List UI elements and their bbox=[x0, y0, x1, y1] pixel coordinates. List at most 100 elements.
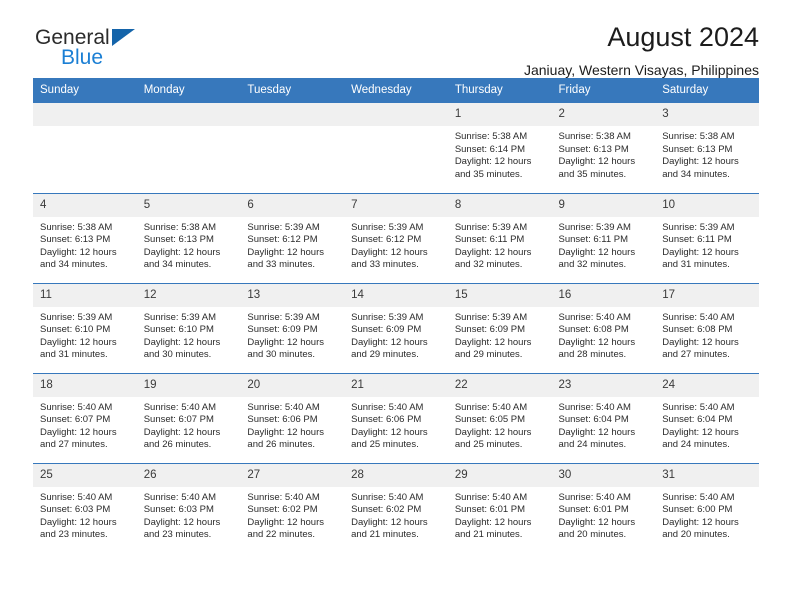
daylight-text-line1: Daylight: 12 hours bbox=[454, 246, 532, 258]
day-details: Sunrise: 5:39 AM Sunset: 6:09 PM Daylight:… bbox=[240, 307, 344, 362]
sunrise-text: Sunrise: 5:40 AM bbox=[247, 491, 320, 503]
calendar-day-cell[interactable]: 28 Sunrise: 5:40 AM Sunset: 6:02 PM Dayligh… bbox=[344, 462, 448, 553]
calendar-day-cell[interactable]: 11 Sunrise: 5:39 AM Sunset: 6:10 PM Dayligh… bbox=[33, 282, 137, 373]
daylight-text-line2: and 34 minutes. bbox=[662, 168, 730, 180]
calendar-day-cell[interactable]: 19 Sunrise: 5:40 AM Sunset: 6:07 PM Dayligh… bbox=[136, 372, 241, 463]
calendar-day-cell[interactable]: 15 Sunrise: 5:39 AM Sunset: 6:09 PM Dayligh… bbox=[447, 282, 552, 373]
calendar-week-row: 25 Sunrise: 5:40 AM Sunset: 6:03 PM Dayligh… bbox=[33, 462, 759, 553]
calendar-day-cell[interactable]: 4 Sunrise: 5:38 AM Sunset: 6:13 PM Daylight… bbox=[33, 192, 137, 283]
daylight-text-line1: Daylight: 12 hours bbox=[143, 336, 221, 348]
calendar-day-cell[interactable]: 30 Sunrise: 5:40 AM Sunset: 6:01 PM Dayligh… bbox=[551, 462, 656, 553]
day-details: Sunrise: 5:40 AM Sunset: 6:07 PM Daylight:… bbox=[33, 397, 137, 452]
calendar-day-cell[interactable]: 29 Sunrise: 5:40 AM Sunset: 6:01 PM Dayligh… bbox=[447, 462, 552, 553]
day-details: Sunrise: 5:38 AM Sunset: 6:13 PM Daylight:… bbox=[655, 126, 759, 181]
calendar-day-cell-empty bbox=[240, 103, 345, 193]
day-number bbox=[136, 103, 241, 126]
calendar-week-row: 18 Sunrise: 5:40 AM Sunset: 6:07 PM Dayligh… bbox=[33, 372, 759, 463]
day-number: 29 bbox=[447, 463, 552, 487]
daylight-text-line1: Daylight: 12 hours bbox=[143, 426, 221, 438]
sunset-text: Sunset: 6:12 PM bbox=[351, 234, 422, 246]
daylight-text-line1: Daylight: 12 hours bbox=[351, 246, 428, 258]
calendar-day-cell[interactable]: 1 Sunrise: 5:38 AM Sunset: 6:14 PM Daylight… bbox=[447, 103, 552, 193]
calendar-day-cell[interactable]: 26 Sunrise: 5:40 AM Sunset: 6:03 PM Dayligh… bbox=[136, 462, 241, 553]
weekday-header-tuesday: Tuesday bbox=[240, 78, 345, 103]
calendar-week-row: 4 Sunrise: 5:38 AM Sunset: 6:13 PM Daylight… bbox=[33, 192, 759, 283]
calendar-day-cell[interactable]: 9 Sunrise: 5:39 AM Sunset: 6:11 PM Daylight… bbox=[551, 192, 656, 283]
day-details: Sunrise: 5:40 AM Sunset: 6:02 PM Daylight:… bbox=[240, 487, 344, 542]
day-number: 22 bbox=[447, 373, 552, 397]
daylight-text-line1: Daylight: 12 hours bbox=[143, 246, 221, 258]
sunset-text: Sunset: 6:11 PM bbox=[662, 234, 732, 246]
weekday-header-sunday: Sunday bbox=[33, 78, 137, 103]
day-number: 31 bbox=[655, 463, 759, 487]
day-number: 7 bbox=[344, 193, 448, 217]
calendar-day-cell[interactable]: 12 Sunrise: 5:39 AM Sunset: 6:10 PM Dayligh… bbox=[136, 282, 241, 373]
calendar-day-cell[interactable]: 17 Sunrise: 5:40 AM Sunset: 6:08 PM Dayligh… bbox=[655, 282, 759, 373]
calendar-table: Sunday Monday Tuesday Wednesday Thursday… bbox=[33, 78, 759, 553]
day-number: 25 bbox=[33, 463, 137, 487]
daylight-text-line2: and 27 minutes. bbox=[40, 439, 108, 451]
calendar-day-cell[interactable]: 21 Sunrise: 5:40 AM Sunset: 6:06 PM Dayligh… bbox=[344, 372, 448, 463]
daylight-text-line1: Daylight: 12 hours bbox=[40, 246, 117, 258]
daylight-text-line1: Daylight: 12 hours bbox=[40, 336, 117, 348]
calendar-day-cell[interactable]: 8 Sunrise: 5:39 AM Sunset: 6:11 PM Daylight… bbox=[447, 192, 552, 283]
day-number: 30 bbox=[551, 463, 656, 487]
calendar-day-cell[interactable]: 7 Sunrise: 5:39 AM Sunset: 6:12 PM Daylight… bbox=[344, 192, 448, 283]
daylight-text-line2: and 32 minutes. bbox=[558, 259, 627, 271]
calendar-day-cell[interactable]: 5 Sunrise: 5:38 AM Sunset: 6:13 PM Daylight… bbox=[136, 192, 241, 283]
generalblue-logo[interactable]: General Blue bbox=[33, 26, 233, 78]
day-details: Sunrise: 5:39 AM Sunset: 6:10 PM Daylight:… bbox=[137, 307, 241, 362]
calendar-day-cell[interactable]: 25 Sunrise: 5:40 AM Sunset: 6:03 PM Dayligh… bbox=[33, 462, 137, 553]
calendar-day-cell[interactable]: 14 Sunrise: 5:39 AM Sunset: 6:09 PM Dayligh… bbox=[344, 282, 448, 373]
calendar-day-cell[interactable]: 2 Sunrise: 5:38 AM Sunset: 6:13 PM Daylight… bbox=[551, 103, 656, 193]
calendar-day-cell[interactable]: 27 Sunrise: 5:40 AM Sunset: 6:02 PM Dayligh… bbox=[240, 462, 345, 553]
calendar-day-cell[interactable]: 31 Sunrise: 5:40 AM Sunset: 6:00 PM Dayligh… bbox=[655, 462, 759, 553]
calendar-day-cell[interactable]: 22 Sunrise: 5:40 AM Sunset: 6:05 PM Dayligh… bbox=[447, 372, 552, 463]
day-number bbox=[33, 103, 137, 126]
calendar-day-cell[interactable]: 23 Sunrise: 5:40 AM Sunset: 6:04 PM Dayligh… bbox=[551, 372, 656, 463]
page-title: August 2024 bbox=[607, 22, 759, 52]
daylight-text-line1: Daylight: 12 hours bbox=[662, 336, 739, 348]
daylight-text-line2: and 31 minutes. bbox=[662, 259, 730, 271]
day-number: 19 bbox=[136, 373, 241, 397]
daylight-text-line2: and 24 minutes. bbox=[558, 439, 627, 451]
calendar-day-cell[interactable]: 24 Sunrise: 5:40 AM Sunset: 6:04 PM Dayligh… bbox=[655, 372, 759, 463]
sunset-text: Sunset: 6:11 PM bbox=[454, 234, 525, 246]
calendar-day-cell[interactable]: 10 Sunrise: 5:39 AM Sunset: 6:11 PM Dayligh… bbox=[655, 192, 759, 283]
daylight-text-line2: and 21 minutes. bbox=[454, 529, 523, 541]
calendar-day-cell[interactable]: 18 Sunrise: 5:40 AM Sunset: 6:07 PM Dayligh… bbox=[33, 372, 137, 463]
day-details: Sunrise: 5:40 AM Sunset: 6:06 PM Daylight:… bbox=[240, 397, 344, 452]
sunrise-text: Sunrise: 5:39 AM bbox=[454, 221, 528, 233]
daylight-text-line2: and 35 minutes. bbox=[454, 168, 523, 180]
daylight-text-line1: Daylight: 12 hours bbox=[40, 426, 117, 438]
daylight-text-line2: and 31 minutes. bbox=[40, 349, 108, 361]
calendar-day-cell[interactable]: 16 Sunrise: 5:40 AM Sunset: 6:08 PM Dayligh… bbox=[551, 282, 656, 373]
daylight-text-line2: and 24 minutes. bbox=[662, 439, 730, 451]
calendar-day-cell[interactable]: 13 Sunrise: 5:39 AM Sunset: 6:09 PM Dayligh… bbox=[240, 282, 345, 373]
day-number: 8 bbox=[447, 193, 552, 217]
day-number: 9 bbox=[551, 193, 656, 217]
calendar-day-cell[interactable]: 6 Sunrise: 5:39 AM Sunset: 6:12 PM Daylight… bbox=[240, 192, 345, 283]
day-number bbox=[344, 103, 448, 126]
sunrise-text: Sunrise: 5:38 AM bbox=[454, 131, 528, 142]
daylight-text-line2: and 34 minutes. bbox=[40, 259, 108, 271]
sunset-text: Sunset: 6:10 PM bbox=[143, 324, 214, 336]
day-details: Sunrise: 5:39 AM Sunset: 6:11 PM Daylight:… bbox=[448, 217, 552, 272]
daylight-text-line2: and 23 minutes. bbox=[40, 529, 108, 541]
sunrise-text: Sunrise: 5:39 AM bbox=[351, 311, 424, 323]
sunrise-text: Sunrise: 5:40 AM bbox=[662, 491, 735, 503]
daylight-text-line1: Daylight: 12 hours bbox=[558, 516, 636, 528]
day-details: Sunrise: 5:40 AM Sunset: 6:03 PM Daylight:… bbox=[33, 487, 137, 542]
daylight-text-line2: and 26 minutes. bbox=[247, 439, 316, 451]
sunset-text: Sunset: 6:02 PM bbox=[247, 504, 318, 516]
calendar-day-cell[interactable]: 3 Sunrise: 5:38 AM Sunset: 6:13 PM Daylight… bbox=[655, 103, 759, 193]
daylight-text-line2: and 25 minutes. bbox=[454, 439, 523, 451]
sunset-text: Sunset: 6:13 PM bbox=[40, 234, 111, 246]
page-subtitle: Janiuay, Western Visayas, Philippines bbox=[523, 62, 759, 78]
day-number: 14 bbox=[344, 283, 448, 307]
day-number: 28 bbox=[344, 463, 448, 487]
daylight-text-line2: and 21 minutes. bbox=[351, 529, 419, 541]
day-number: 24 bbox=[655, 373, 759, 397]
day-details: Sunrise: 5:40 AM Sunset: 6:01 PM Daylight:… bbox=[552, 487, 656, 542]
calendar-day-cell[interactable]: 20 Sunrise: 5:40 AM Sunset: 6:06 PM Dayligh… bbox=[240, 372, 345, 463]
